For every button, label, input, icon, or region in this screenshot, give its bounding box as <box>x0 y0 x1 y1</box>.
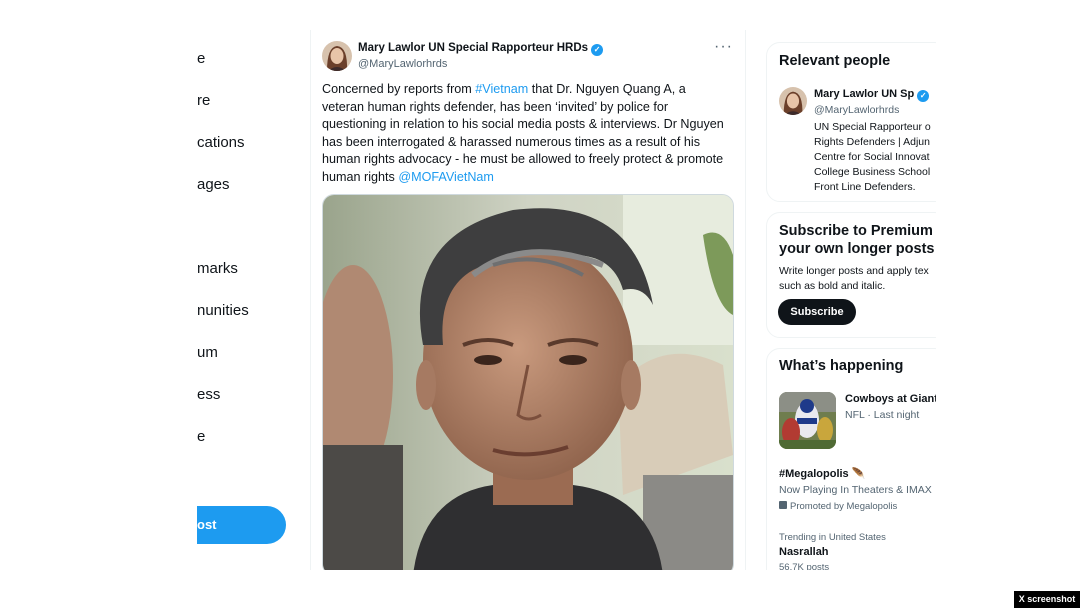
author-name[interactable]: Mary Lawlor UN Special Rapporteur HRDs ✓ <box>358 42 604 56</box>
verified-badge-icon: ✓ <box>591 44 604 56</box>
trend-3-title[interactable]: Nasrallah <box>779 546 829 558</box>
trend-2-promoted-text: Promoted by Megalopolis <box>790 501 898 512</box>
premium-title-line-1: Subscribe to Premium <box>779 223 933 239</box>
premium-desc-line-1: Write longer posts and apply tex <box>779 265 929 277</box>
trend-2-subtitle: Now Playing In Theaters & IMAX <box>779 484 932 496</box>
premium-title-line-2: your own longer posts <box>779 241 935 257</box>
whats-happening-card: What’s happening Cowboys at Giant NFL · … <box>766 348 936 570</box>
tweet-photo[interactable] <box>322 194 734 570</box>
bio-line: Rights Defenders | Adjun <box>814 136 930 148</box>
bio-line: Front Line Defenders. <box>814 181 916 193</box>
verified-badge-icon: ✓ <box>917 90 930 102</box>
whats-happening-title: What’s happening <box>779 358 904 374</box>
post-button-label: ost <box>197 517 217 532</box>
trend-3-meta: Trending in United States <box>779 532 886 543</box>
more-icon[interactable]: ··· <box>714 38 733 56</box>
premium-desc-line-2: such as bold and italic. <box>779 280 886 292</box>
relevant-people-title: Relevant people <box>779 53 891 69</box>
relevant-people-card: Relevant people Mary Lawlor UN Sp ✓ @Mary… <box>766 42 936 202</box>
nav-item-premium[interactable]: um <box>197 344 218 361</box>
screenshot-caption: X screenshot <box>1014 591 1080 608</box>
relevant-avatar-image <box>779 87 807 115</box>
trend-2-title[interactable]: #Megalopolis 🪶 <box>779 467 865 480</box>
relevant-bio: UN Special Rapporteur o Rights Defenders… <box>814 120 931 195</box>
column-divider-right <box>745 30 746 570</box>
trend-3-count: 56.7K posts <box>779 562 830 570</box>
mention-link[interactable]: @MOFAVietNam <box>398 170 494 184</box>
nav-item-home[interactable]: e <box>197 50 205 67</box>
trend-2-promoted: Promoted by Megalopolis <box>779 501 897 512</box>
nav-item-messages[interactable]: ages <box>197 176 230 193</box>
nav-item-profile[interactable]: e <box>197 428 205 445</box>
author-handle[interactable]: @MaryLawlorhrds <box>358 58 447 70</box>
tweet-text-part-1: Concerned by reports from <box>322 82 476 96</box>
relevant-name-text: Mary Lawlor UN Sp <box>814 88 915 100</box>
bio-line: Centre for Social Innovat <box>814 151 930 163</box>
relevant-handle[interactable]: @MaryLawlorhrds <box>814 104 899 116</box>
tweet-text: Concerned by reports from #Vietnam that … <box>322 81 728 186</box>
column-divider-left <box>310 30 311 570</box>
bio-line: College Business School <box>814 166 931 178</box>
relevant-name[interactable]: Mary Lawlor UN Sp ✓ <box>814 88 930 102</box>
post-button[interactable]: ost <box>197 506 286 544</box>
hashtag-link[interactable]: #Vietnam <box>475 82 528 96</box>
promoted-icon <box>779 501 787 509</box>
trend-thumbnail[interactable] <box>779 392 836 449</box>
relevant-avatar[interactable] <box>779 87 807 115</box>
nav-item-communities[interactable]: nunities <box>197 302 249 319</box>
tweet: Mary Lawlor UN Special Rapporteur HRDs ✓ … <box>312 30 744 570</box>
bio-line: UN Special Rapporteur o <box>814 121 931 133</box>
tweet-text-part-2: that Dr. Nguyen Quang A, a veteran human… <box>322 82 724 184</box>
trend-1-meta: NFL · Last night <box>845 409 920 421</box>
football-thumbnail-image <box>779 392 836 449</box>
author-name-text: Mary Lawlor UN Special Rapporteur HRDs <box>358 42 589 54</box>
screenshot-frame: e re cations ages marks nunities um ess … <box>0 0 1080 608</box>
author-avatar[interactable] <box>322 41 352 71</box>
portrait-photo <box>323 195 733 570</box>
left-nav: e re cations ages marks nunities um ess … <box>197 30 307 570</box>
trend-1-title[interactable]: Cowboys at Giant <box>845 393 936 405</box>
right-sidebar: Relevant people Mary Lawlor UN Sp ✓ @Mary… <box>766 30 936 570</box>
nav-item-bookmarks[interactable]: marks <box>197 260 238 277</box>
avatar-image <box>322 41 352 71</box>
nav-item-explore[interactable]: re <box>197 92 210 109</box>
nav-item-business[interactable]: ess <box>197 386 220 403</box>
nav-item-notifications[interactable]: cations <box>197 134 245 151</box>
subscribe-button[interactable]: Subscribe <box>778 299 856 325</box>
